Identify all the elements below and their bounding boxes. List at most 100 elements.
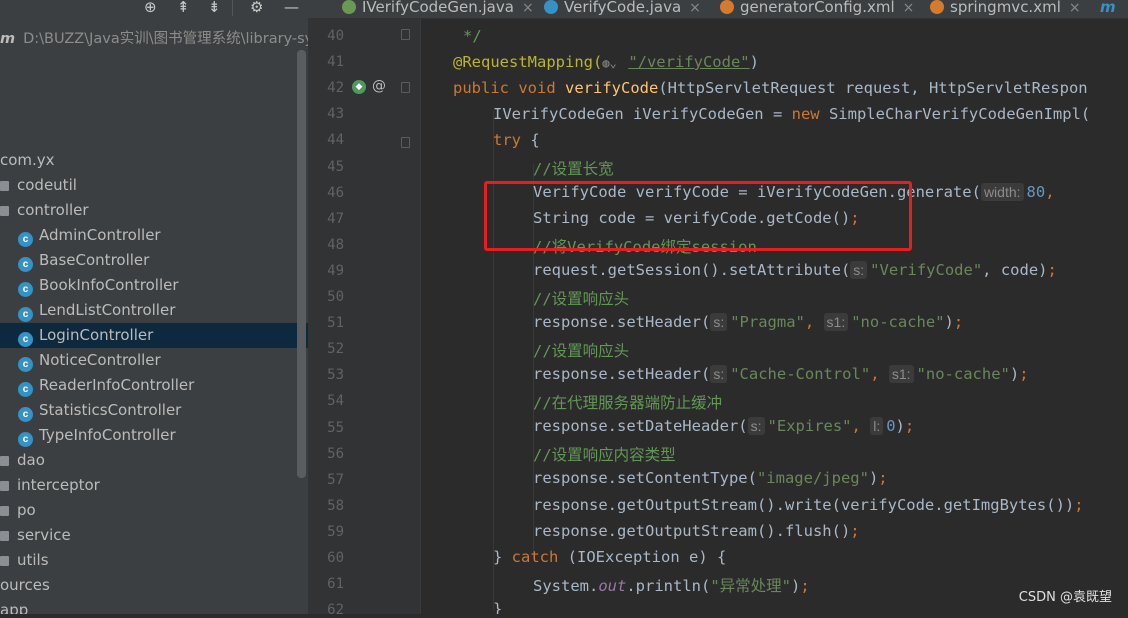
line-number: 44	[327, 132, 344, 149]
code-line-41: @RequestMapping(◍⌄ "/verifyCode")	[453, 53, 759, 71]
close-icon[interactable]: ×	[1069, 0, 1081, 16]
tree-item-admincontroller[interactable]: c AdminController	[0, 223, 308, 248]
module-path[interactable]: m D:\BUZZ\Java实训\图书管理系统\library-sy	[0, 27, 308, 47]
tree-item-lendlistcontroller[interactable]: c LendListController	[0, 298, 308, 323]
line-number: 40	[327, 28, 344, 44]
line-number: 45	[327, 158, 344, 175]
fold-marker[interactable]	[401, 137, 410, 148]
watermark: CSDN @袁既望	[1018, 590, 1112, 605]
tree-item-label: NoticeController	[39, 351, 161, 369]
module-icon: m	[0, 31, 16, 47]
fold-marker[interactable]	[401, 29, 410, 40]
param-hint: s:	[710, 313, 728, 331]
xml-icon	[930, 0, 944, 14]
line-number: 43	[327, 106, 344, 123]
tree-item-label: BookInfoController	[39, 276, 179, 294]
more-tabs-icon[interactable]: m	[1100, 0, 1116, 17]
tree-item-bookinfocontroller[interactable]: c BookInfoController	[0, 273, 308, 298]
tree-item-logincontroller[interactable]: c LoginController	[0, 323, 308, 348]
code-line-40: */	[463, 27, 482, 45]
fold-marker[interactable]	[401, 82, 410, 93]
class-icon: c	[18, 432, 33, 447]
code-line-59: response.getOutputStream().flush();	[533, 522, 860, 540]
tree-item-typeinfocontroller[interactable]: c TypeInfoController	[0, 423, 308, 448]
code-line-56: //设置响应内容类型	[533, 446, 676, 464]
folder-icon	[0, 506, 9, 516]
code-line-42: public void verifyCode(HttpServletReques…	[453, 79, 1088, 97]
param-hint: l:	[870, 417, 884, 435]
tree-item-statisticscontroller[interactable]: c StatisticsController	[0, 398, 308, 423]
folder-icon	[0, 481, 9, 491]
close-icon[interactable]: ×	[903, 0, 915, 16]
tab-springmvc-xml[interactable]: springmvc.xml ×	[930, 0, 1081, 17]
code-line-53: response.setHeader(s: "Cache-Control", s1…	[533, 365, 1029, 383]
tree-item-codeutil[interactable]: codeutil	[0, 173, 300, 198]
locate-icon[interactable]: ⊕	[144, 0, 157, 16]
tree-item-po[interactable]: po	[0, 498, 300, 523]
editor-gutter: 40 41 42 43 44 45 46 47 48 49 50 51 52 53 54 55 56 57 58 59…	[308, 19, 421, 618]
line-number: 58	[327, 497, 344, 514]
project-toolbar: ⊕ ⇞ ⇟ ⚙ —	[0, 0, 308, 20]
expand-all-icon[interactable]: ⇞	[177, 0, 190, 16]
tree-item-noticecontroller[interactable]: c NoticeController	[0, 348, 308, 373]
tree-item-label: codeutil	[17, 176, 77, 194]
annotation-icon[interactable]: @	[372, 78, 386, 94]
class-icon: c	[18, 382, 33, 397]
module-path-text: D:\BUZZ\Java实训\图书管理系统\library-sy	[23, 31, 308, 47]
line-number: 60	[327, 550, 344, 566]
class-icon: c	[18, 307, 33, 322]
param-hint: s:	[850, 261, 868, 279]
tree-item-basecontroller[interactable]: c BaseController	[0, 248, 308, 273]
class-icon: c	[18, 232, 33, 247]
globe-icon[interactable]: ◍⌄	[602, 56, 628, 70]
line-number: 41	[327, 54, 344, 71]
line-number: 59	[327, 523, 344, 540]
folder-icon	[0, 206, 9, 216]
line-number: 46	[327, 184, 344, 201]
close-icon[interactable]: ×	[522, 0, 534, 16]
tree-item-label: BaseController	[39, 251, 150, 269]
code-line-54: //在代理服务器端防止缓冲	[533, 394, 723, 412]
line-number: 51	[327, 315, 344, 332]
tree-item-label: AdminController	[39, 226, 161, 244]
tree-item-service[interactable]: service	[0, 523, 300, 548]
line-number: 48	[327, 236, 344, 253]
tab-verifycode-java[interactable]: VerifyCode.java ×	[544, 0, 701, 17]
code-line-44: try {	[493, 131, 540, 149]
param-hint: s:	[710, 365, 728, 383]
tree-item-readerinfocontroller[interactable]: c ReaderInfoController	[0, 373, 308, 398]
line-number: 50	[327, 289, 344, 305]
xml-icon	[720, 0, 734, 14]
tree-item-dao[interactable]: dao	[0, 448, 300, 473]
tree-item-label: po	[17, 501, 36, 519]
gear-icon[interactable]: ⚙	[250, 0, 263, 16]
request-path-link[interactable]: "/verifyCode"	[628, 53, 749, 71]
line-number: 49	[327, 262, 344, 279]
tree-item-utils[interactable]: utils	[0, 548, 300, 573]
tab-label: springmvc.xml	[950, 0, 1061, 16]
folder-icon	[0, 181, 9, 191]
code-line-52: //设置响应头	[533, 342, 630, 360]
sidebar-scrollbar[interactable]	[297, 50, 306, 478]
collapse-all-icon[interactable]: ⇟	[208, 0, 221, 16]
tab-label: VerifyCode.java	[564, 0, 682, 16]
line-number: 56	[327, 445, 344, 462]
code-line-61: System.out.println("异常处理");	[533, 577, 810, 595]
tab-label: generatorConfig.xml	[740, 0, 895, 16]
tree-item-com.yx[interactable]: com.yx	[0, 148, 300, 173]
class-icon: c	[18, 257, 33, 272]
tab-iverifycodegen-java[interactable]: IVerifyCodeGen.java ×	[342, 0, 534, 17]
line-number: 62	[327, 602, 344, 618]
class-icon	[544, 0, 558, 14]
tree-item-ources[interactable]: ources	[0, 573, 300, 598]
close-icon[interactable]: ×	[689, 0, 701, 16]
class-icon: c	[18, 407, 33, 422]
tab-generatorconfig-xml[interactable]: generatorConfig.xml ×	[720, 0, 914, 17]
minimize-icon[interactable]: —	[284, 0, 299, 16]
editor-tabs: IVerifyCodeGen.java × VerifyCode.java × gene…	[308, 0, 1128, 19]
tree-item-interceptor[interactable]: interceptor	[0, 473, 300, 498]
code-editor[interactable]: */ @RequestMapping(◍⌄ "/verifyCode") publ…	[421, 19, 1128, 614]
tree-item-controller[interactable]: controller	[0, 198, 300, 223]
web-endpoint-icon[interactable]: ◆	[352, 80, 366, 94]
tree-item-app[interactable]: app	[0, 598, 300, 614]
